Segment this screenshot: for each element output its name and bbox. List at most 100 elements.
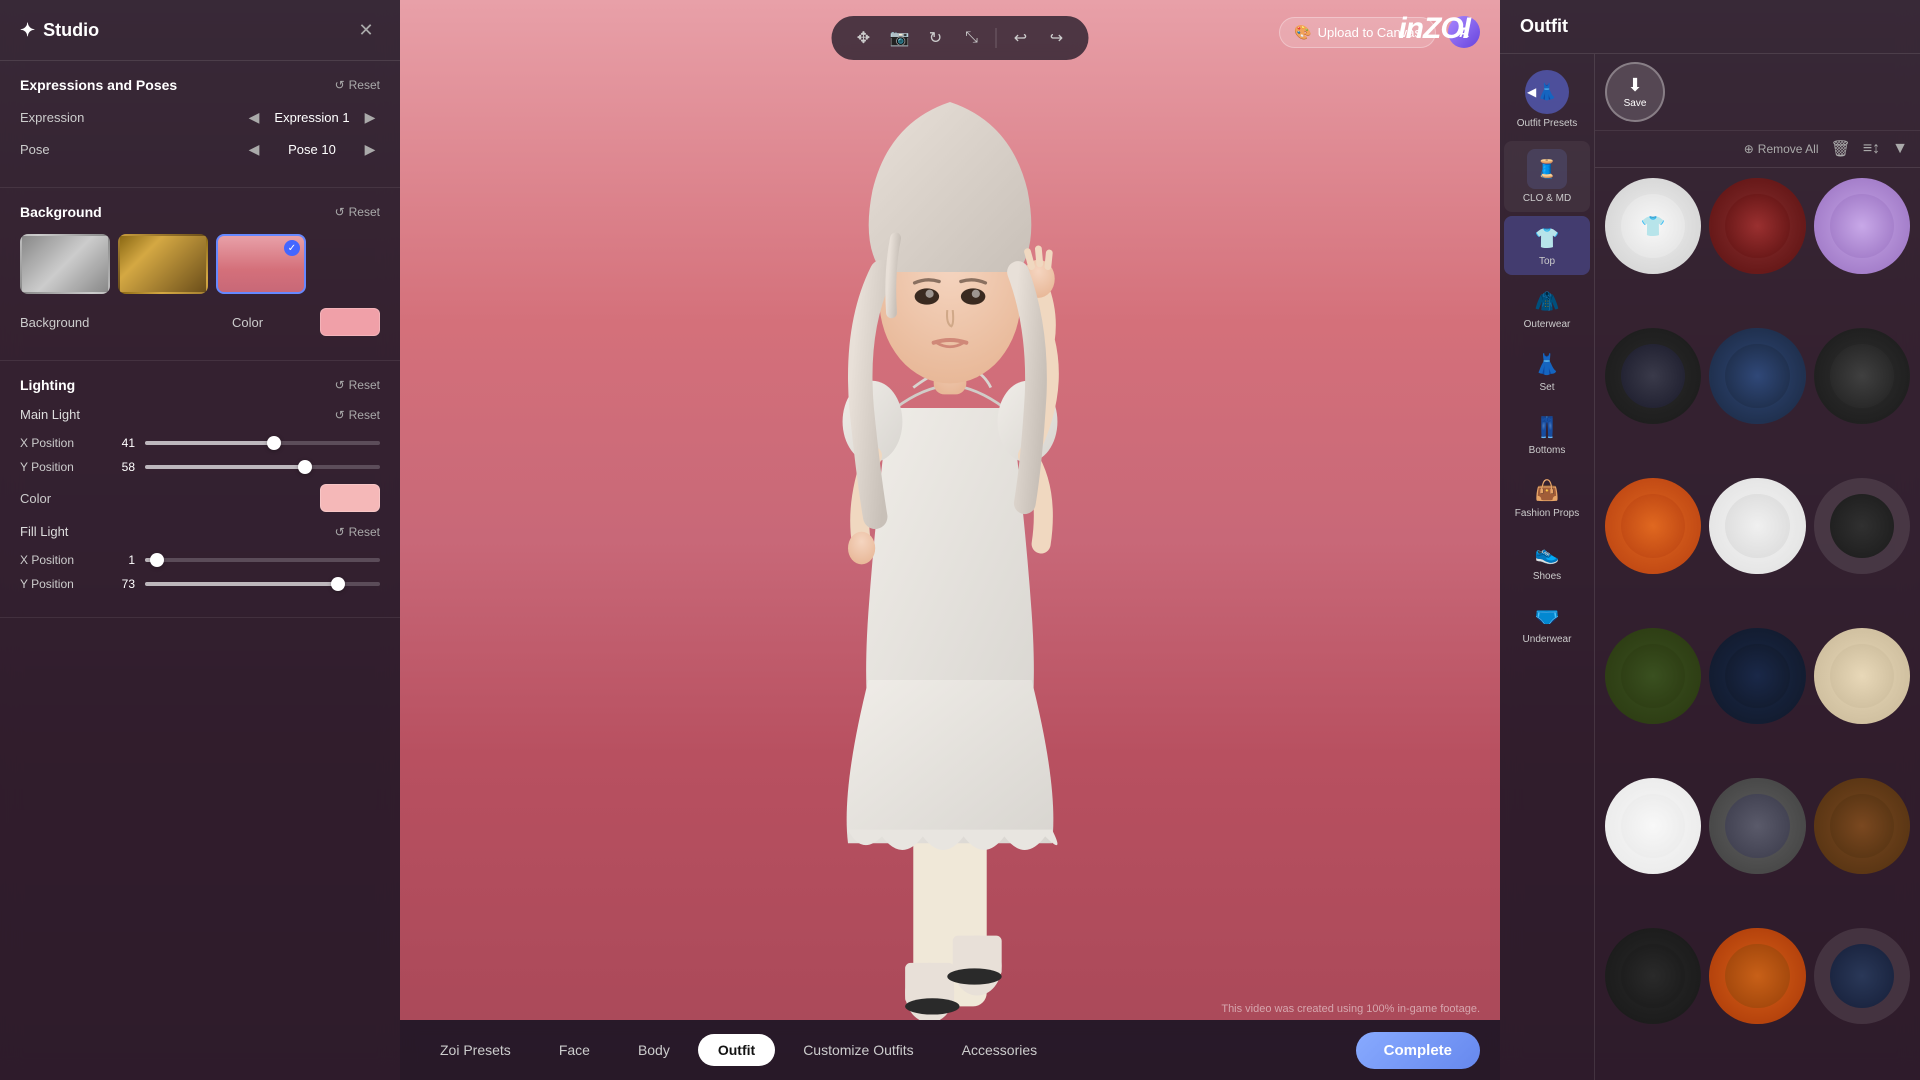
category-item-outfit-presets[interactable]: ◀ 👗 Outfit Presets bbox=[1504, 62, 1590, 137]
fill-y-label: Y Position bbox=[20, 577, 100, 591]
outfit-item-4[interactable] bbox=[1605, 328, 1701, 424]
tab-zoi-presets[interactable]: Zoi Presets bbox=[420, 1034, 531, 1066]
reset-icon-fill: ↺ bbox=[335, 525, 345, 539]
expression-prev-button[interactable]: ◀ bbox=[244, 107, 264, 127]
category-item-set[interactable]: 👗 Set bbox=[1504, 342, 1590, 401]
tab-accessories[interactable]: Accessories bbox=[942, 1034, 1057, 1066]
tab-face[interactable]: Face bbox=[539, 1034, 610, 1066]
pose-prev-button[interactable]: ◀ bbox=[244, 139, 264, 159]
outfit-item-5[interactable] bbox=[1709, 328, 1805, 424]
fill-y-thumb[interactable] bbox=[331, 577, 345, 591]
save-button[interactable]: ⬇ Save bbox=[1605, 62, 1665, 122]
main-light-reset-button[interactable]: ↺ Reset bbox=[335, 408, 380, 422]
color-sublabel: Color bbox=[232, 315, 312, 330]
category-item-clo-md[interactable]: 🧵 CLO & MD bbox=[1504, 141, 1590, 212]
camera-tool-button[interactable]: 📷 bbox=[884, 22, 916, 54]
fill-light-reset-button[interactable]: ↺ Reset bbox=[335, 525, 380, 539]
reset-icon-bg: ↺ bbox=[335, 205, 345, 219]
move-tool-button[interactable]: ✥ bbox=[848, 22, 880, 54]
top-icon: 👕 bbox=[1533, 224, 1561, 252]
x-position-thumb[interactable] bbox=[267, 436, 281, 450]
expressions-title: Expressions and Poses bbox=[20, 77, 177, 93]
outfit-item-9[interactable] bbox=[1814, 478, 1910, 574]
fill-x-slider[interactable] bbox=[145, 558, 380, 562]
filter-button[interactable]: ▼ bbox=[1892, 140, 1908, 158]
lighting-reset-button[interactable]: ↺ Reset bbox=[335, 378, 380, 392]
lighting-title: Lighting bbox=[20, 377, 75, 393]
outfit-item-12[interactable] bbox=[1814, 628, 1910, 724]
outfit-item-1[interactable]: 👕 bbox=[1605, 178, 1701, 274]
category-item-outerwear[interactable]: 🧥 Outerwear bbox=[1504, 279, 1590, 338]
clo-md-label: CLO & MD bbox=[1523, 193, 1571, 204]
set-label: Set bbox=[1539, 382, 1554, 393]
bg-thumb-sky[interactable]: ✓ bbox=[216, 234, 306, 294]
expressions-poses-section: Expressions and Poses ↺ Reset Expression… bbox=[0, 61, 400, 188]
background-color-control: Color bbox=[232, 308, 380, 336]
set-icon: 👗 bbox=[1533, 350, 1561, 378]
left-panel-header: ✦ Studio ✕ bbox=[0, 0, 400, 61]
y-position-thumb[interactable] bbox=[298, 460, 312, 474]
outfit-item-16[interactable] bbox=[1605, 928, 1701, 1024]
tab-body[interactable]: Body bbox=[618, 1034, 690, 1066]
main-light-title: Main Light bbox=[20, 407, 80, 422]
pose-value: Pose 10 bbox=[272, 142, 352, 157]
outfit-item-6[interactable] bbox=[1814, 328, 1910, 424]
category-item-bottoms[interactable]: 👖 Bottoms bbox=[1504, 405, 1590, 464]
complete-button[interactable]: Complete bbox=[1356, 1032, 1480, 1069]
outfit-item-17[interactable] bbox=[1709, 928, 1805, 1024]
fill-light-title: Fill Light bbox=[20, 524, 68, 539]
tab-customize-outfits[interactable]: Customize Outfits bbox=[783, 1034, 933, 1066]
reset-icon: ↺ bbox=[335, 78, 345, 92]
delete-button[interactable]: 🗑 bbox=[1831, 139, 1851, 159]
outfit-grid: 👕 bbox=[1595, 168, 1920, 1080]
y-position-fill bbox=[145, 465, 305, 469]
plus-icon: ⊕ bbox=[1744, 142, 1754, 156]
x-position-row: X Position 41 bbox=[20, 436, 380, 450]
background-color-swatch[interactable] bbox=[320, 308, 380, 336]
outfit-item-18[interactable] bbox=[1814, 928, 1910, 1024]
outfit-item-13[interactable] bbox=[1605, 778, 1701, 874]
background-color-row: Background Color bbox=[20, 308, 380, 336]
scale-tool-button[interactable]: ⤡ bbox=[956, 22, 988, 54]
lighting-section: Lighting ↺ Reset Main Light ↺ Reset X Po… bbox=[0, 361, 400, 618]
x-position-slider[interactable] bbox=[145, 441, 380, 445]
clo-md-icon: 🧵 bbox=[1527, 149, 1567, 189]
category-item-top[interactable]: 👕 Top bbox=[1504, 216, 1590, 275]
outfit-item-8[interactable] bbox=[1709, 478, 1805, 574]
fill-y-value: 73 bbox=[110, 577, 135, 591]
fill-y-position-row: Y Position 73 bbox=[20, 577, 380, 591]
reset-icon-main: ↺ bbox=[335, 408, 345, 422]
outfit-item-10[interactable] bbox=[1605, 628, 1701, 724]
redo-button[interactable]: ↪ bbox=[1041, 22, 1073, 54]
expressions-reset-button[interactable]: ↺ Reset bbox=[335, 78, 380, 92]
bg-thumb-room[interactable] bbox=[118, 234, 208, 294]
pose-next-button[interactable]: ▶ bbox=[360, 139, 380, 159]
pose-arrows: ◀ Pose 10 ▶ bbox=[244, 139, 380, 159]
background-reset-button[interactable]: ↺ Reset bbox=[335, 205, 380, 219]
tab-outfit[interactable]: Outfit bbox=[698, 1034, 775, 1066]
main-light-color-swatch[interactable] bbox=[320, 484, 380, 512]
fill-y-slider[interactable] bbox=[145, 582, 380, 586]
outfit-presets-icon: ◀ 👗 bbox=[1525, 70, 1569, 114]
fill-x-thumb[interactable] bbox=[150, 553, 164, 567]
outfit-item-7[interactable] bbox=[1605, 478, 1701, 574]
category-item-fashion-props[interactable]: 👜 Fashion Props bbox=[1504, 468, 1590, 527]
sort-button[interactable]: ≡↕ bbox=[1863, 140, 1880, 158]
category-item-underwear[interactable]: 🩲 Underwear bbox=[1504, 594, 1590, 653]
rotate-tool-button[interactable]: ↻ bbox=[920, 22, 952, 54]
outfit-item-2[interactable] bbox=[1709, 178, 1805, 274]
bg-thumb-gray[interactable] bbox=[20, 234, 110, 294]
outfit-item-15[interactable] bbox=[1814, 778, 1910, 874]
character-svg bbox=[400, 0, 1500, 1020]
shoes-label: Shoes bbox=[1533, 571, 1561, 582]
undo-button[interactable]: ↩ bbox=[1005, 22, 1037, 54]
background-header: Background ↺ Reset bbox=[20, 204, 380, 220]
close-panel-button[interactable]: ✕ bbox=[352, 16, 380, 44]
outfit-item-11[interactable] bbox=[1709, 628, 1805, 724]
expression-next-button[interactable]: ▶ bbox=[360, 107, 380, 127]
remove-all-button[interactable]: ⊕ Remove All bbox=[1744, 142, 1819, 156]
outfit-item-3[interactable] bbox=[1814, 178, 1910, 274]
y-position-slider[interactable] bbox=[145, 465, 380, 469]
category-item-shoes[interactable]: 👟 Shoes bbox=[1504, 531, 1590, 590]
outfit-item-14[interactable] bbox=[1709, 778, 1805, 874]
